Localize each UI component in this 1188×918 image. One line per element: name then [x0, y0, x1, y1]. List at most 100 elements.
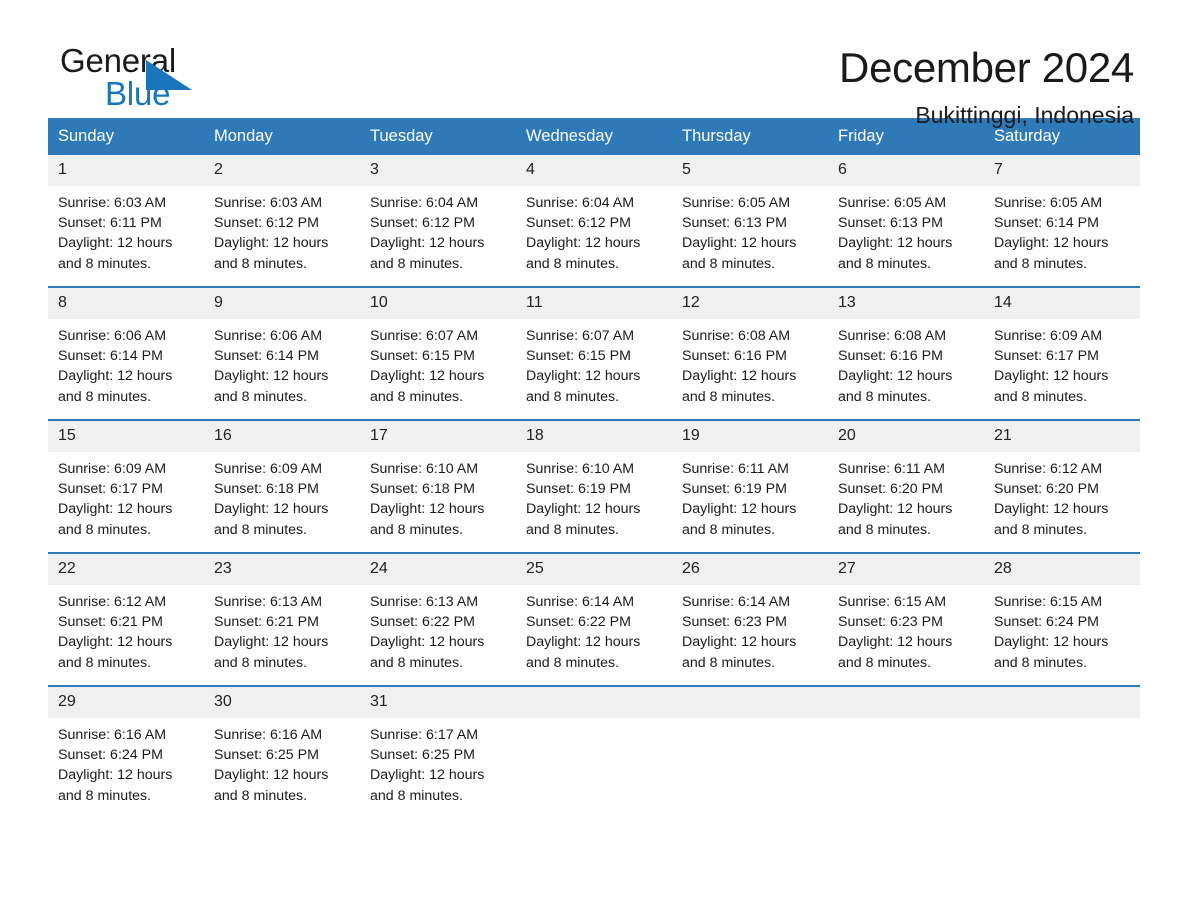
day-number[interactable]: 3	[360, 155, 516, 186]
sunset-text: Sunset: 6:13 PM	[682, 215, 787, 232]
day-cell[interactable]: Sunrise: 6:05 AM Sunset: 6:14 PM Daylight:…	[984, 186, 1140, 286]
day-number[interactable]: 17	[360, 421, 516, 452]
day-cell[interactable]: Sunrise: 6:15 AM Sunset: 6:24 PM Daylight:…	[984, 585, 1140, 685]
day-cell[interactable]: Sunrise: 6:16 AM Sunset: 6:24 PM Daylight:…	[48, 718, 204, 818]
day-number[interactable]: 15	[48, 421, 204, 452]
day-cell[interactable]: Sunrise: 6:08 AM Sunset: 6:16 PM Daylight:…	[672, 319, 828, 419]
daylight-text: Daylight: 12 hours and 8 minutes.	[682, 501, 797, 538]
day-number[interactable]: 4	[516, 155, 672, 186]
day-cell[interactable]: Sunrise: 6:07 AM Sunset: 6:15 PM Daylight:…	[360, 319, 516, 419]
sunset-text: Sunset: 6:16 PM	[838, 348, 943, 365]
day-number[interactable]: 5	[672, 155, 828, 186]
day-cell[interactable]: Sunrise: 6:14 AM Sunset: 6:22 PM Daylight:…	[516, 585, 672, 685]
sunrise-text: Sunrise: 6:16 AM	[58, 727, 167, 743]
day-number[interactable]: 25	[516, 554, 672, 585]
day-number[interactable]: 21	[984, 421, 1140, 452]
day-number[interactable]: 23	[204, 554, 360, 585]
day-cell[interactable]: Sunrise: 6:09 AM Sunset: 6:18 PM Daylight:…	[204, 452, 360, 552]
daylight-text: Daylight: 12 hours and 8 minutes.	[214, 767, 329, 804]
day-number[interactable]: 26	[672, 554, 828, 585]
day-cell[interactable]: Sunrise: 6:04 AM Sunset: 6:12 PM Daylight:…	[516, 186, 672, 286]
day-number-empty	[984, 687, 1140, 718]
daylight-text: Daylight: 12 hours and 8 minutes.	[214, 501, 329, 538]
day-number[interactable]: 19	[672, 421, 828, 452]
daylight-text: Daylight: 12 hours and 8 minutes.	[214, 634, 329, 671]
day-cell[interactable]: Sunrise: 6:05 AM Sunset: 6:13 PM Daylight:…	[672, 186, 828, 286]
day-cell[interactable]: Sunrise: 6:15 AM Sunset: 6:23 PM Daylight:…	[828, 585, 984, 685]
daylight-text: Daylight: 12 hours and 8 minutes.	[370, 501, 485, 538]
daylight-text: Daylight: 12 hours and 8 minutes.	[838, 501, 953, 538]
day-number[interactable]: 13	[828, 288, 984, 319]
day-cell[interactable]: Sunrise: 6:12 AM Sunset: 6:20 PM Daylight:…	[984, 452, 1140, 552]
day-number[interactable]: 2	[204, 155, 360, 186]
day-number[interactable]: 10	[360, 288, 516, 319]
day-number[interactable]: 20	[828, 421, 984, 452]
daylight-text: Daylight: 12 hours and 8 minutes.	[526, 235, 641, 272]
day-number[interactable]: 29	[48, 687, 204, 718]
sunrise-text: Sunrise: 6:04 AM	[370, 195, 479, 211]
day-number[interactable]: 14	[984, 288, 1140, 319]
day-cell[interactable]: Sunrise: 6:17 AM Sunset: 6:25 PM Daylight:…	[360, 718, 516, 818]
day-cell[interactable]: Sunrise: 6:13 AM Sunset: 6:21 PM Daylight:…	[204, 585, 360, 685]
weekday-wednesday: Wednesday	[526, 127, 613, 145]
sunrise-text: Sunrise: 6:13 AM	[370, 594, 479, 610]
day-cell[interactable]: Sunrise: 6:06 AM Sunset: 6:14 PM Daylight:…	[204, 319, 360, 419]
day-number[interactable]: 30	[204, 687, 360, 718]
day-number[interactable]: 22	[48, 554, 204, 585]
daylight-text: Daylight: 12 hours and 8 minutes.	[370, 368, 485, 405]
calendar-week-row: 15 16 17 18 19 20 21 Sunrise: 6:09 AM Sunset: 6:…	[48, 419, 1140, 552]
day-cell[interactable]: Sunrise: 6:09 AM Sunset: 6:17 PM Daylight:…	[48, 452, 204, 552]
sunset-text: Sunset: 6:13 PM	[838, 215, 943, 232]
day-cell[interactable]: Sunrise: 6:06 AM Sunset: 6:14 PM Daylight:…	[48, 319, 204, 419]
day-number[interactable]: 7	[984, 155, 1140, 186]
sunset-text: Sunset: 6:14 PM	[58, 348, 163, 365]
daylight-text: Daylight: 12 hours and 8 minutes.	[370, 767, 485, 804]
week-daynumber-band: 8 9 10 11 12 13 14	[48, 288, 1140, 319]
weekday-saturday: Saturday	[994, 127, 1061, 145]
sunrise-text: Sunrise: 6:08 AM	[838, 328, 947, 344]
daylight-text: Daylight: 12 hours and 8 minutes.	[994, 235, 1109, 272]
day-number[interactable]: 6	[828, 155, 984, 186]
day-number[interactable]: 31	[360, 687, 516, 718]
day-cell[interactable]: Sunrise: 6:03 AM Sunset: 6:12 PM Daylight:…	[204, 186, 360, 286]
day-number[interactable]: 1	[48, 155, 204, 186]
day-number[interactable]: 16	[204, 421, 360, 452]
sunset-text: Sunset: 6:23 PM	[682, 614, 787, 631]
day-number[interactable]: 11	[516, 288, 672, 319]
daylight-text: Daylight: 12 hours and 8 minutes.	[682, 368, 797, 405]
day-number[interactable]: 27	[828, 554, 984, 585]
day-number[interactable]: 24	[360, 554, 516, 585]
day-cell[interactable]: Sunrise: 6:10 AM Sunset: 6:18 PM Daylight:…	[360, 452, 516, 552]
day-cell[interactable]: Sunrise: 6:07 AM Sunset: 6:15 PM Daylight:…	[516, 319, 672, 419]
day-number[interactable]: 18	[516, 421, 672, 452]
sunrise-text: Sunrise: 6:13 AM	[214, 594, 323, 610]
day-cell[interactable]: Sunrise: 6:11 AM Sunset: 6:20 PM Daylight:…	[828, 452, 984, 552]
day-cell[interactable]: Sunrise: 6:10 AM Sunset: 6:19 PM Daylight:…	[516, 452, 672, 552]
day-cell[interactable]: Sunrise: 6:16 AM Sunset: 6:25 PM Daylight:…	[204, 718, 360, 818]
day-cell[interactable]: Sunrise: 6:13 AM Sunset: 6:22 PM Daylight:…	[360, 585, 516, 685]
day-cell[interactable]: Sunrise: 6:05 AM Sunset: 6:13 PM Daylight:…	[828, 186, 984, 286]
day-cell-empty	[516, 718, 672, 818]
day-number[interactable]: 12	[672, 288, 828, 319]
week-detail-band: Sunrise: 6:16 AM Sunset: 6:24 PM Daylight:…	[48, 718, 1140, 818]
day-cell[interactable]: Sunrise: 6:04 AM Sunset: 6:12 PM Daylight:…	[360, 186, 516, 286]
day-cell[interactable]: Sunrise: 6:12 AM Sunset: 6:21 PM Daylight:…	[48, 585, 204, 685]
week-detail-band: Sunrise: 6:03 AM Sunset: 6:11 PM Daylight:…	[48, 186, 1140, 286]
week-detail-band: Sunrise: 6:09 AM Sunset: 6:17 PM Daylight:…	[48, 452, 1140, 552]
daylight-text: Daylight: 12 hours and 8 minutes.	[526, 501, 641, 538]
day-cell[interactable]: Sunrise: 6:09 AM Sunset: 6:17 PM Daylight:…	[984, 319, 1140, 419]
day-cell[interactable]: Sunrise: 6:03 AM Sunset: 6:11 PM Daylight:…	[48, 186, 204, 286]
day-cell[interactable]: Sunrise: 6:08 AM Sunset: 6:16 PM Daylight:…	[828, 319, 984, 419]
generalblue-logo: General Blue	[48, 44, 248, 116]
day-number[interactable]: 9	[204, 288, 360, 319]
sunset-text: Sunset: 6:21 PM	[214, 614, 319, 631]
day-number[interactable]: 28	[984, 554, 1140, 585]
calendar-week-row: 8 9 10 11 12 13 14 Sunrise: 6:06 AM Sunset: 6:14…	[48, 286, 1140, 419]
day-number[interactable]: 8	[48, 288, 204, 319]
sunset-text: Sunset: 6:14 PM	[214, 348, 319, 365]
sunrise-text: Sunrise: 6:10 AM	[526, 461, 635, 477]
sunrise-text: Sunrise: 6:09 AM	[214, 461, 323, 477]
day-cell[interactable]: Sunrise: 6:11 AM Sunset: 6:19 PM Daylight:…	[672, 452, 828, 552]
sunrise-text: Sunrise: 6:16 AM	[214, 727, 323, 743]
day-cell[interactable]: Sunrise: 6:14 AM Sunset: 6:23 PM Daylight:…	[672, 585, 828, 685]
